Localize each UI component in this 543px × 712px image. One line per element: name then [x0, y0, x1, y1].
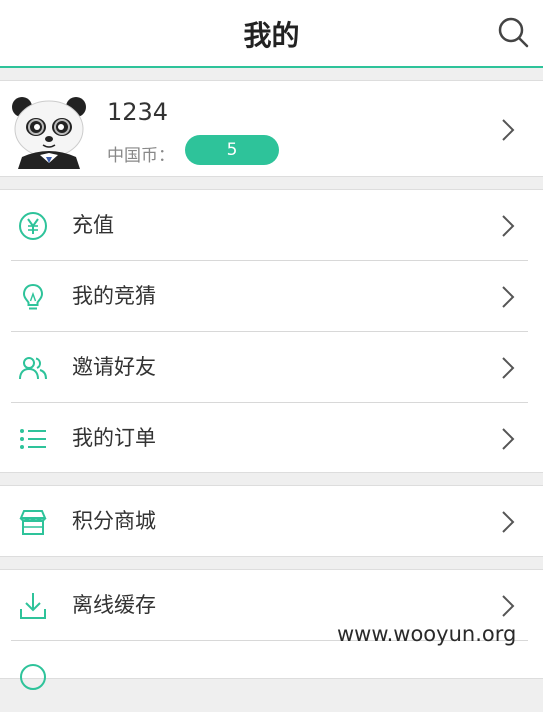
- avatar: [12, 97, 86, 169]
- menu-item-label: 我的订单: [72, 426, 156, 450]
- menu-item-my-orders[interactable]: 我的订单: [0, 403, 543, 474]
- top-bar: 我的: [0, 0, 543, 68]
- search-icon[interactable]: [497, 16, 529, 48]
- menu-item-recharge[interactable]: 充值: [0, 190, 543, 261]
- menu-item-invite-friends[interactable]: 邀请好友: [0, 332, 543, 403]
- chevron-right-icon: [502, 119, 515, 141]
- menu-item-my-guesses[interactable]: 我的竞猜: [0, 261, 543, 332]
- menu-group-store: 积分商城: [0, 485, 543, 557]
- menu-item-label: 离线缓存: [72, 593, 156, 617]
- menu-item-points-mall[interactable]: 积分商城: [0, 486, 543, 557]
- chevron-right-icon: [502, 357, 515, 379]
- circle-icon: [20, 664, 46, 690]
- chevron-right-icon: [502, 428, 515, 450]
- watermark: www.wooyun.org: [337, 622, 517, 646]
- profile-card[interactable]: 1234 中国币： 5: [0, 80, 543, 177]
- menu-item-label: 邀请好友: [72, 355, 156, 379]
- list-icon: [20, 429, 46, 449]
- chevron-right-icon: [502, 511, 515, 533]
- lightbulb-icon: [22, 283, 44, 310]
- coin-balance-badge: 5: [185, 135, 279, 165]
- menu-group-account: 充值 我的竞猜 邀请好友 我的订单: [0, 189, 543, 473]
- menu-item-label: 积分商城: [72, 509, 156, 533]
- chevron-right-icon: [502, 286, 515, 308]
- chevron-right-icon: [502, 215, 515, 237]
- store-icon: [19, 510, 47, 535]
- page-title: 我的: [243, 19, 300, 52]
- chevron-right-icon: [502, 595, 515, 617]
- menu-item-label: 我的竞猜: [72, 284, 156, 308]
- users-icon: [19, 357, 47, 380]
- yen-icon: [19, 212, 47, 240]
- username: 1234: [107, 98, 169, 126]
- coin-label: 中国币：: [107, 146, 175, 166]
- menu-item-label: 充值: [72, 213, 114, 237]
- download-icon: [20, 593, 46, 619]
- menu-item-partial[interactable]: [0, 641, 543, 712]
